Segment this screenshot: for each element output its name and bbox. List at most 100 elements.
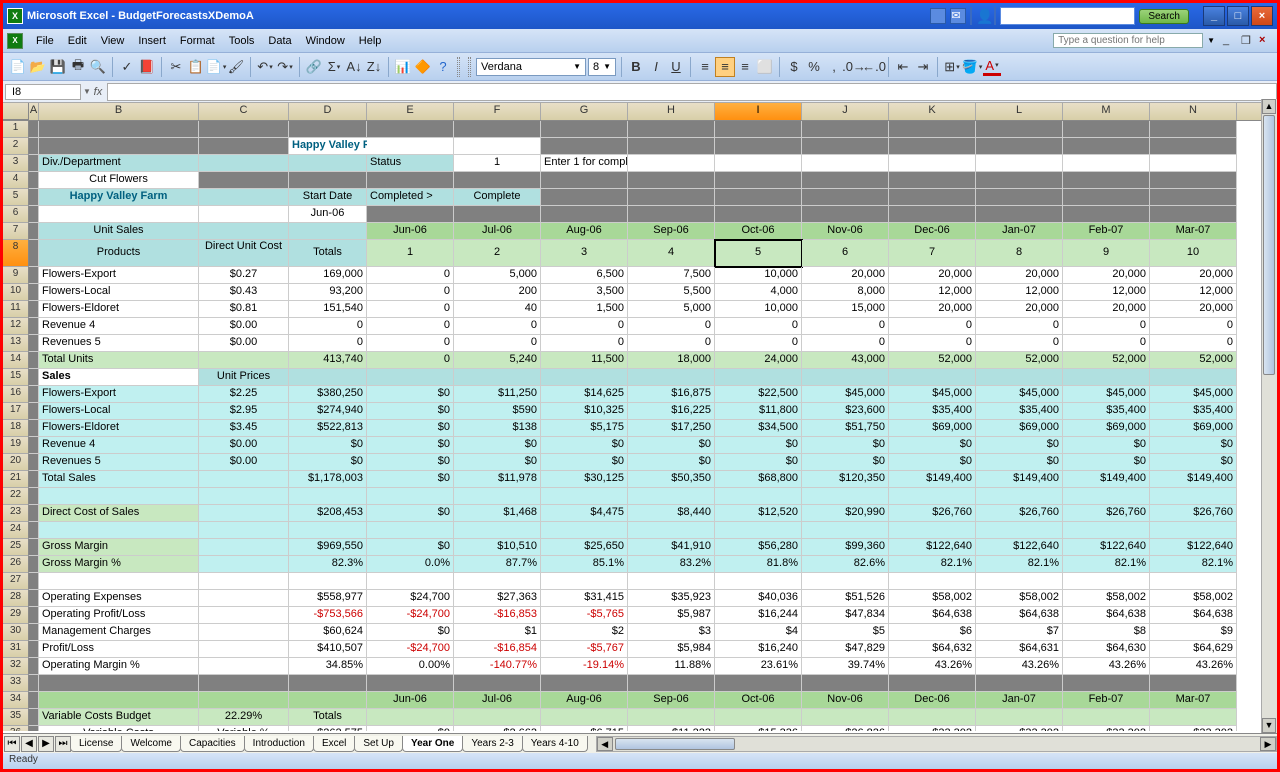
cell[interactable]: -$24,700	[367, 607, 454, 624]
cell[interactable]: Aug-06	[541, 223, 628, 240]
percent-icon[interactable]: %	[805, 58, 823, 76]
cell[interactable]	[802, 189, 889, 206]
cell[interactable]: $69,000	[889, 420, 976, 437]
cell[interactable]	[29, 505, 39, 522]
row-header[interactable]: 9	[3, 267, 29, 284]
cell[interactable]: $5,987	[628, 607, 715, 624]
font-size-selector[interactable]: 8▼	[588, 58, 616, 76]
cell[interactable]: $34,500	[715, 420, 802, 437]
chart-icon[interactable]: 📊	[394, 58, 412, 76]
cell[interactable]	[715, 155, 802, 172]
scroll-down-icon[interactable]: ▼	[1262, 718, 1276, 733]
cell[interactable]	[889, 573, 976, 590]
cell[interactable]: 52,000	[889, 352, 976, 369]
minimize-button[interactable]: _	[1203, 6, 1225, 26]
cell[interactable]	[802, 573, 889, 590]
cell[interactable]	[29, 539, 39, 556]
cell[interactable]: $15,336	[715, 726, 802, 731]
cell[interactable]: 0	[1150, 335, 1237, 352]
cell[interactable]	[367, 369, 454, 386]
cell[interactable]	[199, 138, 289, 155]
cell[interactable]	[39, 206, 199, 223]
cell[interactable]	[367, 488, 454, 505]
decrease-decimal-icon[interactable]: ←.0	[865, 58, 883, 76]
drawing-icon[interactable]: 🔶	[414, 58, 432, 76]
cell[interactable]: $0	[367, 454, 454, 471]
cell[interactable]	[199, 556, 289, 573]
cell[interactable]	[889, 155, 976, 172]
cell[interactable]: -$16,853	[454, 607, 541, 624]
cell[interactable]	[29, 318, 39, 335]
row-header[interactable]: 20	[3, 454, 29, 471]
cell[interactable]: $45,000	[1150, 386, 1237, 403]
cell[interactable]: Jun-06	[289, 206, 367, 223]
cell[interactable]: $0	[715, 454, 802, 471]
maximize-button[interactable]: □	[1227, 6, 1249, 26]
user-icon[interactable]: 👤	[976, 8, 990, 24]
cell[interactable]: Jun-06	[367, 223, 454, 240]
doc-restore-button[interactable]: ❐	[1241, 34, 1255, 48]
cell[interactable]: $69,000	[1150, 420, 1237, 437]
cell[interactable]	[976, 172, 1063, 189]
cell[interactable]: $68,800	[715, 471, 802, 488]
cell[interactable]	[1150, 206, 1237, 223]
cell[interactable]	[199, 692, 289, 709]
cell[interactable]	[367, 172, 454, 189]
row-header[interactable]: 35	[3, 709, 29, 726]
cell[interactable]	[29, 454, 39, 471]
cell[interactable]: $31,415	[541, 590, 628, 607]
row-header[interactable]: 13	[3, 335, 29, 352]
cell[interactable]	[199, 189, 289, 206]
cell[interactable]	[889, 675, 976, 692]
cell[interactable]: 4	[628, 240, 715, 267]
cell[interactable]: 7,500	[628, 267, 715, 284]
cell[interactable]	[29, 172, 39, 189]
cell[interactable]: 39.74%	[802, 658, 889, 675]
sheet-tab-years-2-3[interactable]: Years 2-3	[462, 736, 522, 752]
cell[interactable]	[289, 369, 367, 386]
cell[interactable]	[29, 641, 39, 658]
cell[interactable]: $17,250	[628, 420, 715, 437]
cell[interactable]: $11,800	[715, 403, 802, 420]
cell[interactable]: Operating Margin %	[39, 658, 199, 675]
cell[interactable]: 85.1%	[541, 556, 628, 573]
cell[interactable]: $0.43	[199, 284, 289, 301]
cell[interactable]	[1063, 488, 1150, 505]
cell[interactable]: $410,507	[289, 641, 367, 658]
cell[interactable]: Unit Sales	[39, 223, 199, 240]
cell[interactable]	[976, 369, 1063, 386]
cell[interactable]	[802, 675, 889, 692]
cell[interactable]: 20,000	[889, 267, 976, 284]
cell[interactable]	[976, 155, 1063, 172]
cell[interactable]: $5,175	[541, 420, 628, 437]
cell[interactable]	[199, 206, 289, 223]
cell[interactable]: 0.00%	[367, 658, 454, 675]
tab-prev-icon[interactable]: ◀	[21, 736, 37, 752]
cell[interactable]	[199, 624, 289, 641]
cell[interactable]	[367, 573, 454, 590]
sheet-tab-excel[interactable]: Excel	[313, 736, 355, 752]
cell[interactable]	[976, 522, 1063, 539]
cell[interactable]: Revenue 4	[39, 318, 199, 335]
col-header-N[interactable]: N	[1150, 103, 1237, 120]
cell[interactable]: $33,302	[1063, 726, 1150, 731]
cell[interactable]: $7	[976, 624, 1063, 641]
cell[interactable]	[889, 488, 976, 505]
cell[interactable]	[976, 709, 1063, 726]
cell[interactable]	[39, 675, 199, 692]
row-header[interactable]: 24	[3, 522, 29, 539]
cell[interactable]: $26,760	[889, 505, 976, 522]
cell[interactable]: $27,363	[454, 590, 541, 607]
cell[interactable]	[628, 206, 715, 223]
cell[interactable]: Status	[367, 155, 454, 172]
cell[interactable]: $99,360	[802, 539, 889, 556]
cell[interactable]	[29, 189, 39, 206]
cell[interactable]	[454, 369, 541, 386]
cell[interactable]: $26,760	[1063, 505, 1150, 522]
sheet-tab-license[interactable]: License	[70, 736, 122, 752]
cell[interactable]: Flowers-Export	[39, 267, 199, 284]
cell[interactable]: 43.26%	[889, 658, 976, 675]
cell[interactable]	[29, 675, 39, 692]
cell[interactable]: $14,625	[541, 386, 628, 403]
cell[interactable]	[715, 709, 802, 726]
